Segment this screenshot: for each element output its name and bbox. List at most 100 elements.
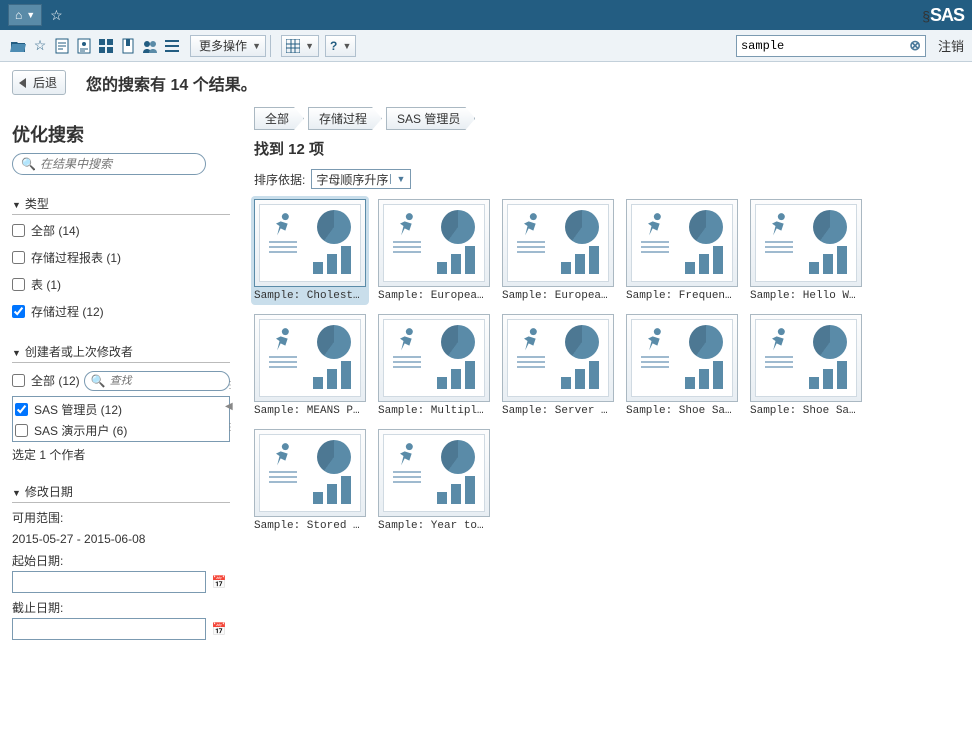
search-summary: 您的搜索有 14 个结果。 [86, 71, 257, 95]
dots-icon: ⋮ [225, 380, 235, 391]
breadcrumb-item[interactable]: SAS 管理员 [386, 107, 475, 130]
more-operations-label: 更多操作 [199, 37, 247, 54]
type-list: 全部 (14) 存储过程报表 (1) 表 (1) 存储过程 (12) [12, 219, 230, 323]
filter-label: 表 (1) [31, 276, 61, 293]
result-thumbnail[interactable] [254, 199, 366, 287]
filter-checkbox[interactable] [12, 278, 25, 291]
result-thumbnail[interactable] [502, 199, 614, 287]
creator-lookup[interactable]: 🔍 [84, 371, 230, 391]
table-view-button[interactable]: ▼ [281, 35, 319, 57]
creator-all-row[interactable]: 全部 (12) [12, 369, 80, 392]
report-icon [755, 319, 857, 397]
results-grid: Sample: Cholest...Sample: Europea...Samp… [254, 199, 960, 532]
result-item[interactable]: Sample: Multipl... [378, 314, 490, 417]
breadcrumb-item[interactable]: 存储过程 [308, 107, 382, 130]
logout-link[interactable]: 注销 [938, 36, 964, 55]
result-item[interactable]: Sample: Frequen... [626, 199, 738, 302]
result-item[interactable]: Sample: Cholest... [251, 196, 369, 305]
report-icon [383, 319, 485, 397]
favorite-star-icon[interactable]: ☆ [46, 7, 67, 24]
result-item[interactable]: Sample: Shoe Sa... [626, 314, 738, 417]
result-thumbnail[interactable] [378, 314, 490, 402]
result-item[interactable]: Sample: Server ... [502, 314, 614, 417]
breadcrumb: 全部存储过程SAS 管理员 [254, 107, 960, 130]
report-icon [259, 319, 361, 397]
end-date-input[interactable] [12, 618, 206, 640]
filter-row[interactable]: 表 (1) [12, 273, 230, 296]
result-thumbnail[interactable] [502, 314, 614, 402]
title-bar: ⌂ ▼ ☆ §SAS [0, 0, 972, 30]
range-label: 可用范围: [12, 509, 230, 526]
search-input[interactable] [741, 39, 909, 53]
result-thumbnail[interactable] [750, 314, 862, 402]
brand-logo: §SAS [922, 5, 964, 26]
filter-checkbox[interactable] [15, 424, 28, 437]
result-item[interactable]: Sample: Stored ... [254, 429, 366, 532]
result-thumbnail[interactable] [378, 199, 490, 287]
result-item[interactable]: Sample: Year to... [378, 429, 490, 532]
result-label: Sample: Multipl... [378, 405, 490, 417]
result-thumbnail[interactable] [378, 429, 490, 517]
search-icon: 🔍 [91, 374, 106, 388]
more-operations-button[interactable]: 更多操作 ▼ [190, 35, 266, 57]
report-icon [383, 204, 485, 282]
refine-search-input[interactable] [40, 157, 197, 171]
page-header: 后退 您的搜索有 14 个结果。 [0, 62, 972, 103]
result-thumbnail[interactable] [626, 199, 738, 287]
result-item[interactable]: Sample: Europea... [502, 199, 614, 302]
result-label: Sample: Shoe Sa... [626, 405, 738, 417]
start-date-input[interactable] [12, 571, 206, 593]
grid-icon[interactable] [96, 35, 116, 57]
filter-row[interactable]: 存储过程报表 (1) [12, 246, 230, 269]
back-button[interactable]: 后退 [12, 70, 66, 95]
result-thumbnail[interactable] [254, 429, 366, 517]
chevron-down-icon: ▼ [342, 41, 351, 51]
refine-search-box[interactable]: 🔍 [12, 153, 206, 175]
result-thumbnail[interactable] [750, 199, 862, 287]
doc-icon-2[interactable] [74, 35, 94, 57]
bookmark-icon[interactable] [118, 35, 138, 57]
filter-row[interactable]: 全部 (14) [12, 219, 230, 242]
result-item[interactable]: Sample: Europea... [378, 199, 490, 302]
sidebar-collapser[interactable]: ⋮ ◀ ⋮ [225, 380, 235, 433]
section-type-header[interactable]: 类型 [12, 195, 230, 215]
creator-lookup-input[interactable] [110, 375, 223, 387]
users-icon[interactable] [140, 35, 160, 57]
open-icon[interactable] [8, 35, 28, 57]
calendar-icon[interactable]: 📅 [208, 571, 230, 593]
sort-dropdown[interactable]: 字母顺序升序 [311, 169, 411, 189]
result-thumbnail[interactable] [626, 314, 738, 402]
chevron-down-icon: ▼ [252, 41, 261, 51]
result-thumbnail[interactable] [254, 314, 366, 402]
report-icon [259, 204, 361, 282]
home-button[interactable]: ⌂ ▼ [8, 4, 42, 26]
toolbar: ☆ 更多操作 ▼ ▼ ?▼ ⊗ 注销 [0, 30, 972, 62]
filter-checkbox[interactable] [12, 305, 25, 318]
search-box[interactable]: ⊗ [736, 35, 926, 57]
filter-row[interactable]: SAS 演示用户 (6) [15, 420, 227, 441]
sort-value: 字母顺序升序 [316, 171, 388, 188]
filter-checkbox[interactable] [12, 224, 25, 237]
clear-search-icon[interactable]: ⊗ [909, 37, 921, 54]
filter-checkbox[interactable] [15, 403, 28, 416]
content: 全部存储过程SAS 管理员 找到 12 项 排序依据: 字母顺序升序 Sampl… [230, 103, 960, 737]
list-icon[interactable] [162, 35, 182, 57]
favorite-icon[interactable]: ☆ [30, 35, 50, 57]
breadcrumb-item[interactable]: 全部 [254, 107, 304, 130]
result-item[interactable]: Sample: Shoe Sa... [750, 314, 862, 417]
section-creator-header[interactable]: 创建者或上次修改者 [12, 343, 230, 363]
report-icon [507, 319, 609, 397]
result-item[interactable]: Sample: MEANS P... [254, 314, 366, 417]
section-modified-header[interactable]: 修改日期 [12, 483, 230, 503]
filter-row[interactable]: 存储过程 (12) [12, 300, 230, 323]
creator-all-checkbox[interactable] [12, 374, 25, 387]
filter-checkbox[interactable] [12, 251, 25, 264]
doc-icon-1[interactable] [52, 35, 72, 57]
filter-row[interactable]: SAS 管理员 (12) [15, 399, 227, 420]
search-icon: 🔍 [21, 157, 36, 171]
result-label: Sample: Hello W... [750, 290, 862, 302]
result-item[interactable]: Sample: Hello W... [750, 199, 862, 302]
calendar-icon[interactable]: 📅 [208, 618, 230, 640]
help-button[interactable]: ?▼ [325, 35, 356, 57]
report-icon [383, 434, 485, 512]
